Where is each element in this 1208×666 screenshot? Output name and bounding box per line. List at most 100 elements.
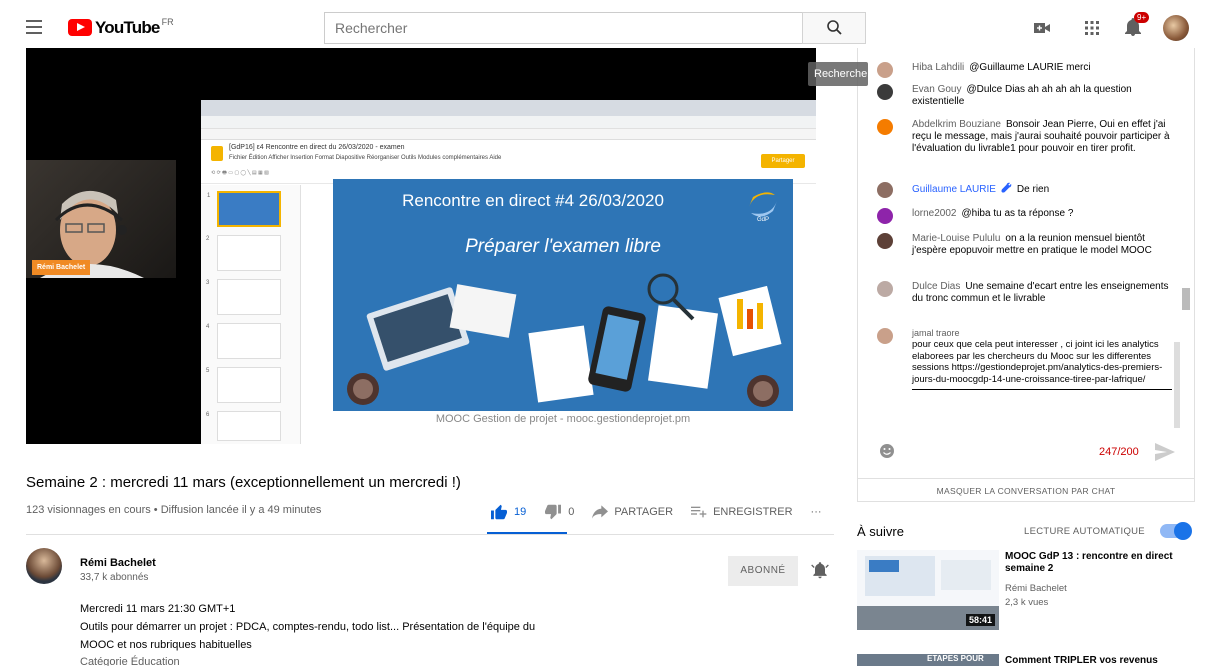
recommended-thumbnail[interactable]: ETAPES POUR xyxy=(857,654,999,666)
subscriber-count: 33,7 k abonnés xyxy=(80,572,149,583)
chat-input-author: jamal traore xyxy=(912,328,960,338)
description-line: Outils pour démarrer un projet : PDCA, c… xyxy=(80,621,536,633)
search-box xyxy=(324,12,802,44)
share-button[interactable]: PARTAGER xyxy=(592,505,673,519)
chat-input-area: jamal traore pour ceux que cela peut int… xyxy=(877,320,1180,430)
chat-input-avatar xyxy=(877,328,893,344)
video-player[interactable]: [GdP16] ε4 Rencontre en direct du 26/03/… xyxy=(26,48,816,444)
more-dots-icon: ··· xyxy=(810,506,822,518)
chat-message: Dulce Dias Une semaine d'ecart entre les … xyxy=(877,281,1182,305)
video-duration: 58:41 xyxy=(965,614,995,626)
browser-bookmarks-bar xyxy=(201,129,816,140)
send-icon[interactable] xyxy=(1155,443,1175,461)
view-count: 123 visionnages en cours • Diffusion lan… xyxy=(26,504,322,516)
slide-thumbnail: 3 xyxy=(206,279,281,315)
doc-title: [GdP16] ε4 Rencontre en direct du 26/03/… xyxy=(229,144,405,151)
share-arrow-icon xyxy=(592,505,609,519)
recommended-views: 2,3 k vues xyxy=(1005,597,1049,608)
webcam-name-tag: Rémi Bachelet xyxy=(32,260,91,275)
like-count: 19 xyxy=(514,506,527,518)
search-input[interactable] xyxy=(325,13,802,43)
description-category: Catégorie Éducation xyxy=(80,656,180,666)
recommended-title[interactable]: MOOC GdP 13 : rencontre en direct semain… xyxy=(1005,551,1175,575)
apps-grid-icon[interactable] xyxy=(1080,16,1104,40)
slides-doc-header: [GdP16] ε4 Rencontre en direct du 26/03/… xyxy=(201,140,816,184)
description-line: MOOC et nos rubriques habituelles xyxy=(80,639,252,651)
recommended-title[interactable]: Comment TRIPLER vos revenus xyxy=(1005,655,1175,666)
chat-scrollbar-thumb[interactable] xyxy=(1182,288,1190,310)
chat-avatar[interactable] xyxy=(877,62,893,78)
chat-author[interactable]: lorne2002 xyxy=(912,208,956,219)
chat-message: Marie-Louise Pululu on a la reunion mensu… xyxy=(877,233,1182,257)
playlist-add-icon xyxy=(691,506,707,518)
chat-input-scrollbar[interactable] xyxy=(1174,342,1180,428)
recommended-thumbnail[interactable]: 58:41 xyxy=(857,550,999,630)
like-button[interactable]: 19 xyxy=(490,504,526,520)
chat-text: @Guillaume LAURIE merci xyxy=(969,62,1091,73)
doc-menu: Fichier Édition Afficher Insertion Forma… xyxy=(229,155,502,161)
search-button[interactable] xyxy=(802,12,866,44)
save-label: ENREGISTRER xyxy=(713,506,793,518)
chat-author-owner[interactable]: Guillaume LAURIE xyxy=(912,184,996,195)
doc-toolbar: ⟲ ⟳ 🖶 ▭ ▢ ◯ ╲ ▤ ▦ ▧ xyxy=(211,170,269,176)
wrench-moderator-icon xyxy=(1001,182,1012,193)
hamburger-menu-icon[interactable] xyxy=(26,20,42,34)
notifications-bell-icon[interactable]: 9+ xyxy=(1121,12,1150,40)
subscribe-button[interactable]: ABONNÉ xyxy=(728,556,798,586)
chat-message: Abdelkrim Bouziane Bonsoir Jean Pierre, O… xyxy=(877,119,1182,155)
live-chat-panel xyxy=(857,48,1195,502)
chat-author[interactable]: Hiba Lahdili xyxy=(912,62,964,73)
youtube-logo[interactable]: YouTube FR xyxy=(68,17,174,37)
notification-badge: 9+ xyxy=(1134,12,1150,23)
logo-country: FR xyxy=(161,17,174,27)
account-avatar[interactable] xyxy=(1163,15,1189,41)
thumbs-up-icon xyxy=(491,504,507,520)
share-label: PARTAGER xyxy=(614,506,674,518)
logo-text: YouTube xyxy=(95,18,160,37)
chat-avatar[interactable] xyxy=(877,281,893,297)
slide-thumbnails: 1 2 3 4 5 6 xyxy=(201,185,301,444)
autoplay-label: LECTURE AUTOMATIQUE xyxy=(1024,526,1145,537)
chat-text: @hiba tu as ta réponse ? xyxy=(961,208,1074,219)
notification-bell-icon[interactable] xyxy=(810,560,830,585)
chat-author[interactable]: Marie-Louise Pululu xyxy=(912,233,1000,244)
chat-avatar[interactable] xyxy=(877,84,893,100)
recommended-channel: Rémi Bachelet xyxy=(1005,583,1067,594)
shared-screen-browser: [GdP16] ε4 Rencontre en direct du 26/03/… xyxy=(201,100,816,444)
autoplay-toggle[interactable] xyxy=(1160,522,1192,540)
chat-avatar[interactable] xyxy=(877,119,893,135)
chat-text: De rien xyxy=(1016,184,1050,195)
thumbnail-text: ETAPES POUR xyxy=(927,654,984,663)
char-counter: 247/200 xyxy=(1099,446,1139,458)
slide-thumbnail: 6 xyxy=(206,411,281,441)
search-tooltip: Rechercher xyxy=(808,62,868,86)
chat-message: Hiba Lahdili @Guillaume LAURIE merci xyxy=(877,62,1182,78)
hide-chat-button[interactable]: MASQUER LA CONVERSATION PAR CHAT xyxy=(857,478,1195,502)
more-actions-button[interactable]: ··· xyxy=(811,506,822,518)
save-button[interactable]: ENREGISTRER xyxy=(691,505,793,519)
chat-message: lorne2002 @hiba tu as ta réponse ? xyxy=(877,208,1182,224)
current-slide: Rencontre en direct #4 26/03/2020 Prépar… xyxy=(333,179,793,411)
chat-message: Evan Gouy @Dulce Dias ah ah ah ah la ques… xyxy=(877,84,1182,108)
chat-avatar[interactable] xyxy=(877,208,893,224)
emoji-icon[interactable] xyxy=(879,443,895,459)
up-next-label: À suivre xyxy=(857,524,904,539)
search-icon xyxy=(827,20,842,35)
chat-author[interactable]: Evan Gouy xyxy=(912,84,961,95)
slide-thumbnail: 1 xyxy=(207,191,281,227)
description-line: Mercredi 11 mars 21:30 GMT+1 xyxy=(80,603,236,615)
chat-author[interactable]: Dulce Dias xyxy=(912,281,960,292)
channel-avatar[interactable] xyxy=(26,548,62,584)
dislike-count: 0 xyxy=(568,506,575,518)
thumbs-down-icon xyxy=(545,504,562,520)
chat-author[interactable]: Abdelkrim Bouziane xyxy=(912,119,1001,130)
channel-name[interactable]: Rémi Bachelet xyxy=(80,557,156,569)
dislike-button[interactable]: 0 xyxy=(544,504,574,520)
create-video-icon[interactable] xyxy=(1030,16,1054,40)
slide-thumbnail: 4 xyxy=(206,323,281,359)
browser-tabs xyxy=(201,100,816,116)
chat-avatar[interactable] xyxy=(877,182,893,198)
slide-thumbnail: 2 xyxy=(206,235,281,271)
chat-avatar[interactable] xyxy=(877,233,893,249)
chat-message-input[interactable]: pour ceux que cela peut interesser , ci … xyxy=(912,339,1172,390)
